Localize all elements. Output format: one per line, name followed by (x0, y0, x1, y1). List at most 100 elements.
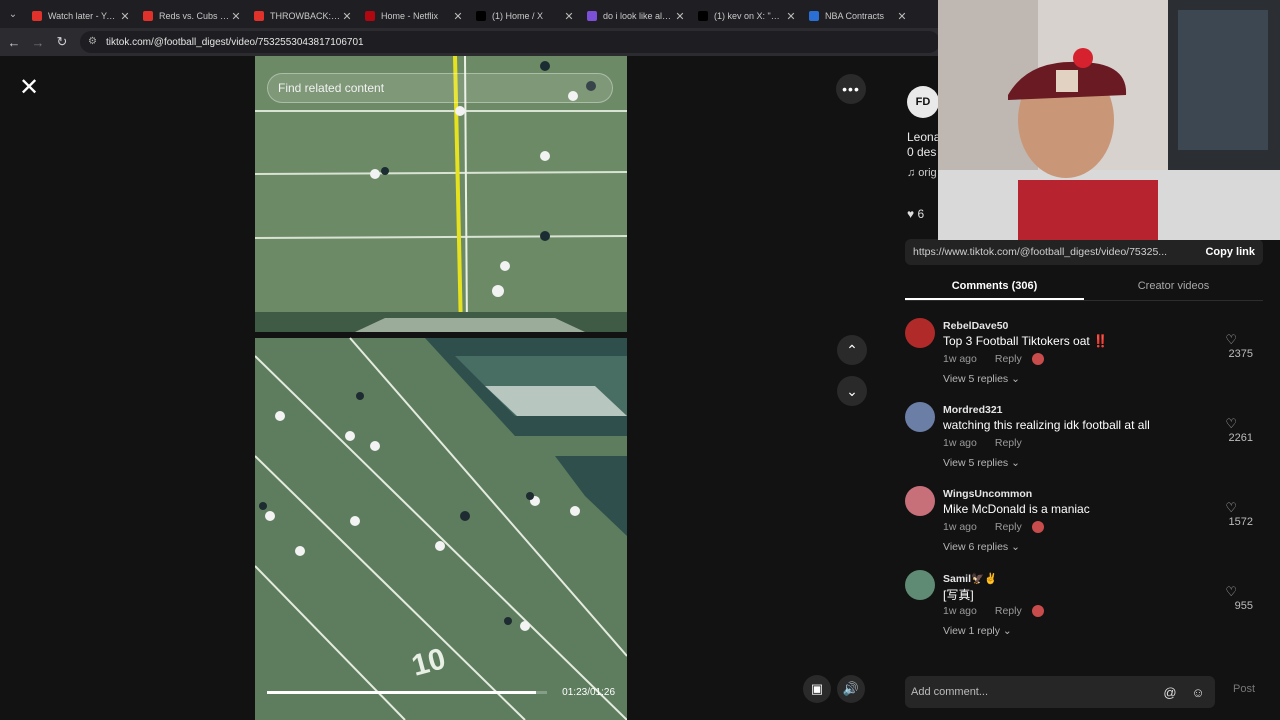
mention-icon[interactable]: @ (1159, 685, 1181, 700)
reply-button[interactable]: Reply (995, 437, 1022, 449)
comment-like-count: 2261 (1228, 432, 1253, 444)
browser-tab[interactable]: THROWBACK: Ken✕ (248, 4, 359, 28)
x-icon (698, 11, 708, 21)
comment-like-heart-icon[interactable]: ♡ (1225, 332, 1237, 348)
tab-close-icon[interactable]: ✕ (341, 10, 353, 23)
tab-close-icon[interactable]: ✕ (674, 10, 686, 23)
comment-meta: 1w ago Reply (943, 605, 1044, 617)
tab-close-icon[interactable]: ✕ (896, 10, 908, 23)
close-icon[interactable]: ✕ (16, 74, 42, 101)
view-replies-button[interactable]: View 1 reply ⌄ (943, 625, 1012, 637)
video-description: 0 des (907, 145, 937, 159)
tab-comments[interactable]: Comments (306) (905, 274, 1084, 300)
find-related-content-button[interactable]: Find related content (267, 73, 613, 103)
comment-input[interactable]: Add comment... @ ☺ (905, 676, 1215, 708)
video-timecode: 01:23/01:26 (562, 687, 615, 698)
like-count[interactable]: ♥ 6 (907, 207, 924, 221)
comment-text: Top 3 Football Tiktokers oat ‼️ (943, 334, 1109, 348)
volume-icon[interactable]: 🔊 (837, 675, 865, 703)
panel-tabs: Comments (306) Creator videos (905, 274, 1263, 301)
comment-item: RebelDave50 Top 3 Football Tiktokers oat … (905, 314, 1263, 398)
browser-tab-title: do i look like alone (603, 11, 674, 21)
football-field-image: 10 (255, 56, 627, 720)
commenter-avatar[interactable] (905, 402, 935, 432)
netflix-icon (365, 11, 375, 21)
comment-username[interactable]: RebelDave50 (943, 320, 1008, 332)
emoji-icon[interactable]: ☺ (1187, 685, 1209, 700)
url-field[interactable]: ⚙ tiktok.com/@football_digest/video/7532… (80, 31, 940, 53)
site-info-icon[interactable]: ⚙ (88, 36, 100, 48)
creator-avatar[interactable]: FD (907, 86, 939, 118)
comment-username[interactable]: WingsUncommon (943, 488, 1032, 500)
tab-close-icon[interactable]: ✕ (452, 10, 464, 23)
comment-like-count: 1572 (1228, 516, 1253, 528)
browser-tab[interactable]: Reds vs. Cubs Game✕ (137, 4, 248, 28)
previous-video-chevron-up-icon[interactable]: ⌃ (837, 335, 867, 365)
commenter-avatar[interactable] (905, 318, 935, 348)
tab-search-icon[interactable]: ⌄ (0, 0, 26, 28)
view-replies-button[interactable]: View 5 replies ⌄ (943, 373, 1020, 385)
tab-close-icon[interactable]: ✕ (785, 10, 797, 23)
forward-arrow-icon[interactable]: → (26, 30, 50, 54)
comment-time: 1w ago (943, 521, 977, 533)
like-count-value: 6 (917, 207, 925, 221)
comment-like-heart-icon[interactable]: ♡ (1225, 500, 1237, 516)
video-progress-fill (267, 691, 536, 694)
browser-tab-title: Reds vs. Cubs Game (159, 11, 230, 21)
creator-liked-avatar (1031, 353, 1044, 365)
comment-like-heart-icon[interactable]: ♡ (1225, 584, 1237, 600)
view-replies-button[interactable]: View 5 replies ⌄ (943, 457, 1020, 469)
sheet-icon (809, 11, 819, 21)
comment-item: Samil🦅✌️ [写真] 1w ago Reply View 1 reply ⌄ ♡ 95… (905, 566, 1263, 650)
picture-in-picture-icon[interactable]: ▣ (803, 675, 831, 703)
browser-tab-title: NBA Contracts (825, 11, 885, 21)
video-progress-bar[interactable] (267, 691, 547, 694)
browser-tab-title: Watch later - YouTube (48, 11, 119, 21)
comment-time: 1w ago (943, 353, 977, 365)
reply-button[interactable]: Reply (995, 521, 1022, 533)
video-player[interactable]: 10 Find related content 01:23/01:26 (255, 56, 627, 720)
comment-meta: 1w ago Reply (943, 353, 1044, 365)
youtube-icon (254, 11, 264, 21)
view-replies-button[interactable]: View 6 replies ⌄ (943, 541, 1020, 553)
url-text: tiktok.com/@football_digest/video/753255… (106, 36, 364, 48)
comment-username[interactable]: Samil🦅✌️ (943, 572, 997, 585)
tab-close-icon[interactable]: ✕ (563, 10, 575, 23)
reload-icon[interactable]: ↻ (50, 30, 74, 54)
comment-time: 1w ago (943, 437, 977, 449)
share-link-url: https://www.tiktok.com/@football_digest/… (913, 246, 1168, 258)
comment-item: Mordred321 watching this realizing idk fo… (905, 398, 1263, 482)
browser-tab[interactable]: (1) Home / X ✕ (470, 4, 581, 28)
next-video-chevron-down-icon[interactable]: ⌄ (837, 376, 867, 406)
comment-item: WingsUncommon Mike McDonald is a maniac 1w… (905, 482, 1263, 566)
back-arrow-icon[interactable]: ← (2, 30, 26, 54)
copy-link-button[interactable]: Copy link (1193, 246, 1263, 258)
reply-button[interactable]: Reply (995, 353, 1022, 365)
browser-tab[interactable]: (1) kev on X: "Rich ✕ (692, 4, 803, 28)
tab-close-icon[interactable]: ✕ (119, 10, 131, 23)
browser-tab-title: (1) Home / X (492, 11, 544, 21)
creator-liked-avatar (1031, 605, 1044, 617)
browser-tab[interactable]: do i look like alone ✕ (581, 4, 692, 28)
youtube-icon (32, 11, 42, 21)
browser-tab[interactable]: Watch later - YouTube✕ (26, 4, 137, 28)
webcam-image (938, 0, 1280, 240)
browser-tab-title: (1) kev on X: "Rich (714, 11, 785, 21)
browser-tab[interactable]: Home - Netflix ✕ (359, 4, 470, 28)
comment-placeholder: Add comment... (911, 686, 989, 698)
tab-creator-videos[interactable]: Creator videos (1084, 274, 1263, 300)
commenter-avatar[interactable] (905, 486, 935, 516)
comment-like-count: 955 (1234, 600, 1253, 612)
comment-like-heart-icon[interactable]: ♡ (1225, 416, 1237, 432)
post-button[interactable]: Post (1233, 683, 1255, 695)
creator-name[interactable]: Leona (907, 130, 940, 144)
reply-button[interactable]: Reply (995, 605, 1022, 617)
browser-tab[interactable]: NBA Contracts ✕ (803, 4, 914, 28)
commenter-avatar[interactable] (905, 570, 935, 600)
more-options-icon[interactable]: ••• (836, 74, 866, 104)
comment-username[interactable]: Mordred321 (943, 404, 1003, 416)
comment-meta: 1w ago Reply (943, 437, 1022, 449)
comment-meta: 1w ago Reply (943, 521, 1044, 533)
music-label[interactable]: ♫ orig (907, 167, 937, 179)
tab-close-icon[interactable]: ✕ (230, 10, 242, 23)
